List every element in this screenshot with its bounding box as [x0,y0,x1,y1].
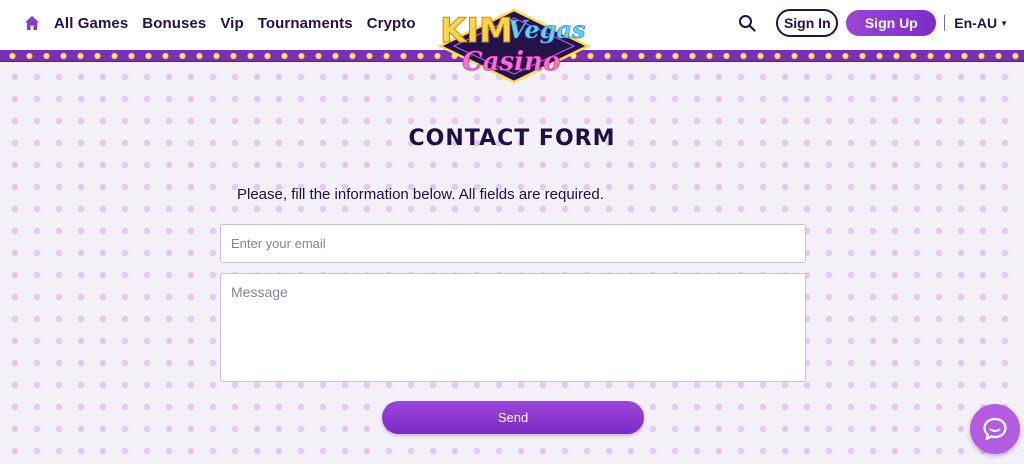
caret-down-icon: ▼ [1000,18,1008,28]
message-field[interactable] [220,273,806,382]
language-label: En-AU [954,15,998,31]
logo-word-casino: Casino [462,47,560,77]
send-button[interactable]: Send [382,401,644,434]
form-instructions: Please, fill the information below. All … [237,186,604,203]
page-title: CONTACT FORM [408,126,616,151]
logo-word-vegas: Vegas [508,15,586,44]
logo-word-kim: KIM [440,11,513,51]
header-divider [944,15,946,31]
sign-up-button[interactable]: Sign Up [846,10,937,36]
nav-item-bonuses[interactable]: Bonuses [142,15,206,32]
nav-item-crypto[interactable]: Crypto [367,15,416,32]
nav-item-tournaments[interactable]: Tournaments [258,15,353,32]
language-selector[interactable]: En-AU ▼ [954,15,1008,31]
email-field[interactable] [220,224,806,263]
header-actions: Sign In Sign Up En-AU ▼ [738,0,1008,46]
nav-item-vip[interactable]: Vip [220,15,243,32]
live-chat-button[interactable] [970,404,1020,454]
nav-item-all-games[interactable]: All Games [54,15,128,32]
search-icon[interactable] [738,14,756,32]
kim-vegas-casino-logo[interactable]: KIM Vegas Casino [436,6,592,88]
main-nav: All Games Bonuses Vip Tournaments Crypto [24,0,416,46]
home-icon[interactable] [24,15,40,31]
chat-bubble-icon [983,417,1007,441]
sign-in-button[interactable]: Sign In [776,9,839,37]
